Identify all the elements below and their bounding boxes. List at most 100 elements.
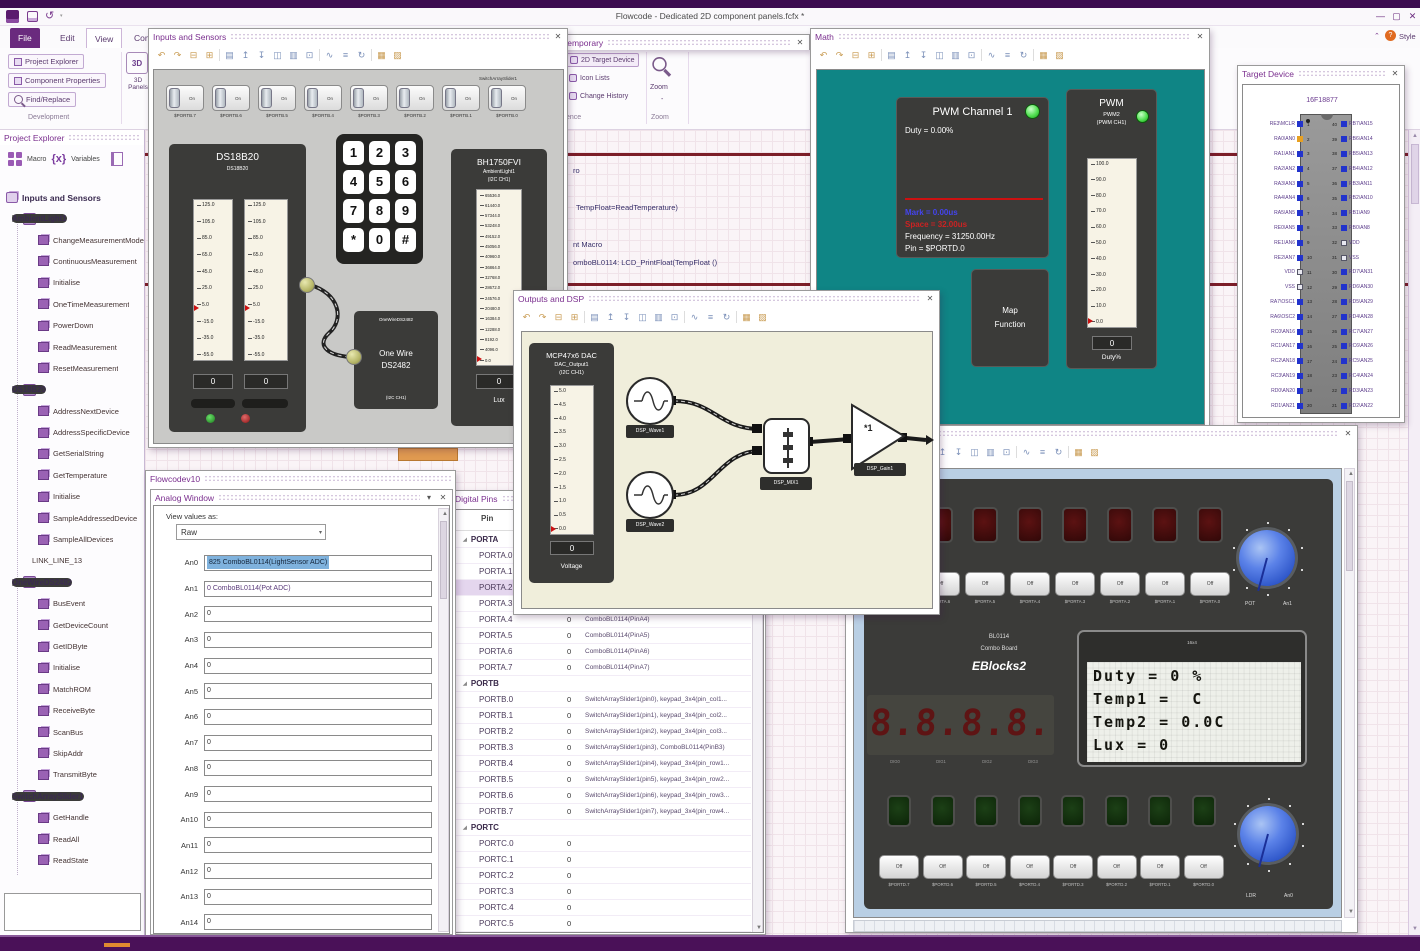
close-icon[interactable]: ✕ (553, 32, 563, 41)
dac-slider[interactable]: 5.0 4.5 4.0 3.5 3.0 2.5 2.0 1.5 1.0 0.5 0.0 (550, 385, 594, 535)
analog-value-field[interactable]: 0 (204, 631, 432, 648)
keypad-key-*[interactable]: * (343, 228, 364, 252)
pin-pad[interactable] (1341, 372, 1347, 379)
scroll-up-icon[interactable]: ▲ (1345, 471, 1357, 477)
tree-item-skipaddr[interactable]: SkipAddr (6, 743, 144, 764)
send-back-icon[interactable]: ↧ (255, 49, 268, 62)
paste-icon[interactable]: ⊞ (568, 311, 581, 324)
pin-pad[interactable] (1341, 402, 1347, 409)
tree-item-ambientlight1[interactable]: AmbientLight1 (6, 208, 144, 229)
keypad-key-5[interactable]: 5 (369, 170, 390, 194)
group-expander-icon[interactable]: ◢ (463, 537, 467, 543)
pin-row-portb.0[interactable]: PORTB.0 0 SwitchArraySlider1(pin0), keypad… (455, 692, 751, 708)
macro-label[interactable]: Macro (27, 156, 46, 163)
ribbon-button-find-replace[interactable]: Find/Replace (8, 92, 77, 107)
pwm-duty-slider[interactable]: 100.0 90.0 80.0 70.0 60.0 50.0 40.0 30.0 20.0 10.… (1087, 158, 1137, 328)
pin-row-portc.4[interactable]: PORTC.4 0 (455, 900, 751, 916)
analog-value-field[interactable]: 0 (204, 708, 432, 725)
pin-pad[interactable] (1297, 358, 1303, 365)
pin-pad[interactable] (1341, 387, 1347, 394)
pin-pad[interactable] (1341, 165, 1347, 172)
ds18b20-slider-1[interactable]: 125.0 105.0 85.0 65.0 45.0 25.0 5.0 -15.0 -35.0-… (193, 199, 233, 361)
snap-icon[interactable]: ⊡ (303, 49, 316, 62)
dac-component[interactable]: MCP47x6 DAC DAC_Output1 (I2C CH1) 5.0 4.5… (529, 343, 614, 583)
onewire-component[interactable]: OneWireDS2482 One Wire DS2482 (I2C CH1) (354, 311, 438, 409)
toggle-switch[interactable]: On (442, 85, 480, 111)
analog-value-field[interactable]: 0 (204, 811, 432, 828)
pin-pad[interactable] (1341, 121, 1347, 128)
undo-icon[interactable]: ↺ (45, 9, 54, 22)
scroll-down-icon[interactable]: ▼ (1345, 909, 1357, 915)
analog-value-field[interactable]: 0 (204, 888, 432, 905)
split-icon[interactable]: ◫ (968, 446, 981, 459)
scroll-up-icon[interactable]: ▲ (1409, 133, 1420, 139)
group-expander-icon[interactable]: ◢ (463, 681, 467, 687)
minimize-button[interactable]: — (1374, 11, 1387, 21)
outputs-dsp-window[interactable]: Outputs and DSP ✕ ↶ ↷ ⊟ ⊞ ▤ ↥ ↧ ◫ ▥ ⊡ ∿ ≡ ↻ ▦ ▨ MCP47x6… (513, 290, 940, 615)
variables-icon[interactable]: {x} (51, 153, 66, 165)
pin-pad[interactable] (1297, 328, 1303, 335)
tree-item-sampleaddresseddevice[interactable]: SampleAddressedDevice (6, 507, 144, 528)
pin-row-portc.1[interactable]: PORTC.1 0 (455, 852, 751, 868)
tree-item-addressnextdevice[interactable]: AddressNextDevice (6, 401, 144, 422)
tree-item-scanbus[interactable]: ScanBus (6, 721, 144, 742)
ds18b20-slider-2[interactable]: 125.0 105.0 85.0 65.0 45.0 25.0 5.0 -15.0 -35.0-… (244, 199, 288, 361)
snap-icon[interactable]: ⊡ (668, 311, 681, 324)
pin-pad[interactable] (1341, 358, 1347, 365)
send-back-icon[interactable]: ↧ (917, 49, 930, 62)
pin-row-porta.7[interactable]: PORTA.7 0 ComboBL0114(PinA7) (455, 660, 751, 676)
pin-row-portc.0[interactable]: PORTC.0 0 (455, 836, 751, 852)
toggle-switch[interactable]: On (166, 85, 204, 111)
analog-value-field[interactable]: 0 (204, 837, 432, 854)
scrollbar-thumb[interactable] (1346, 481, 1353, 571)
button-portd.1[interactable]: Off (1140, 855, 1180, 879)
pin-pad[interactable] (1297, 372, 1303, 379)
split-icon[interactable]: ◫ (271, 49, 284, 62)
tree-item-getdevicecount[interactable]: GetDeviceCount (6, 614, 144, 635)
tab-view[interactable]: View (86, 28, 123, 48)
tree-item-gethandle[interactable]: GetHandle (6, 807, 144, 828)
keypad-key-0[interactable]: 0 (369, 228, 390, 252)
pin-row-portc.2[interactable]: PORTC.2 0 (455, 868, 751, 884)
list-icon[interactable]: ▤ (223, 49, 236, 62)
close-icon[interactable]: ✕ (1195, 32, 1205, 41)
pin-pad[interactable] (1297, 284, 1303, 291)
bring-front-icon[interactable]: ↥ (604, 311, 617, 324)
button-porta.3[interactable]: Off (1055, 572, 1095, 596)
send-back-icon[interactable]: ↧ (952, 446, 965, 459)
pin-pad[interactable] (1297, 343, 1303, 350)
paste-icon[interactable]: ⊞ (203, 49, 216, 62)
redo-icon[interactable]: ↷ (536, 311, 549, 324)
texture-icon[interactable]: ▨ (1053, 49, 1066, 62)
pin-pad[interactable] (1297, 165, 1303, 172)
button-porta.4[interactable]: Off (1010, 572, 1050, 596)
keypad-key-4[interactable]: 4 (343, 170, 364, 194)
tree-item-initialise[interactable]: Initialise (6, 657, 144, 678)
tab-file[interactable]: File (10, 28, 40, 48)
paste-icon[interactable]: ⊞ (865, 49, 878, 62)
pin-pad[interactable] (1341, 210, 1347, 217)
toggle-switch[interactable]: On (488, 85, 526, 111)
texture-icon[interactable]: ▨ (391, 49, 404, 62)
pin-pad[interactable] (1341, 239, 1347, 246)
wire-node[interactable] (346, 349, 362, 365)
redo-icon[interactable]: ↷ (833, 49, 846, 62)
view-mode-dropdown[interactable]: Raw ▾ (176, 524, 326, 540)
group-expander-icon[interactable]: ◢ (463, 825, 467, 831)
inputs-sensors-window[interactable]: Inputs and Sensors ✕ ↶ ↷ ⊟ ⊞ ▤ ↥ ↧ ◫ ▥ ⊡ ∿ ≡ ↻ ▦ ▨ Swit… (148, 28, 568, 448)
tree-item-getserialstring[interactable]: GetSerialString (6, 443, 144, 464)
align-icon[interactable]: ≡ (1001, 49, 1014, 62)
pin-row-porta.6[interactable]: PORTA.6 0 ComboBL0114(PinA6) (455, 644, 751, 660)
pin-row-portc[interactable]: ◢ PORTC (455, 820, 751, 836)
analog-value-field[interactable]: 0 (204, 760, 432, 777)
properties-icon[interactable]: ▥ (652, 311, 665, 324)
pin-pad[interactable] (1297, 150, 1303, 157)
pin-row-portb.4[interactable]: PORTB.4 0 SwitchArraySlider1(pin4), keypad… (455, 756, 751, 772)
pin-row-portb.5[interactable]: PORTB.5 0 SwitchArraySlider1(pin5), keypad… (455, 772, 751, 788)
pin-pad[interactable] (1297, 239, 1303, 246)
app-vertical-scrollbar[interactable]: ▲ ▼ (1408, 130, 1420, 935)
button-portd.2[interactable]: Off (1096, 855, 1137, 879)
undo-icon[interactable]: ↶ (520, 311, 533, 324)
tree-item-changemeasurementmode[interactable]: ChangeMeasurementMode (6, 229, 144, 250)
analog-outer-window[interactable]: Flowcodev10 Analog Window ▾ ✕ View value… (145, 470, 456, 938)
